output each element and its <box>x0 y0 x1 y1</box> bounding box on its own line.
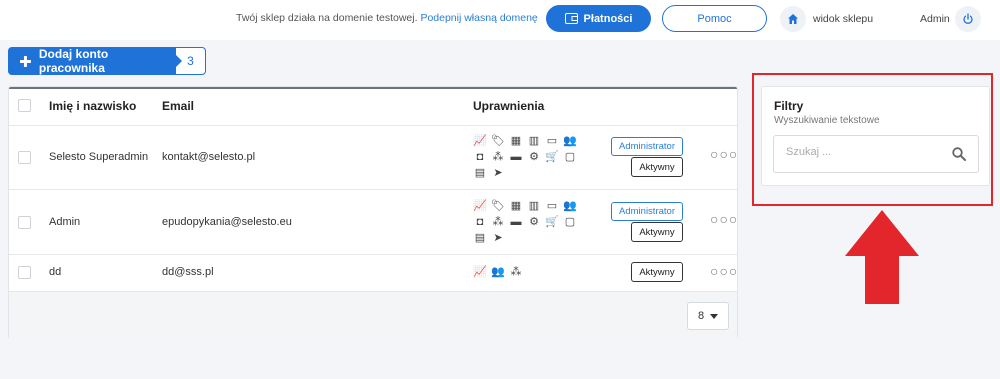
per-page-value: 8 <box>697 310 705 322</box>
user-secret-icon: ◘ <box>476 151 484 163</box>
role-badge: Administrator <box>611 202 683 221</box>
cubes-icon: ⁂ <box>492 151 504 163</box>
status-badge: Aktywny <box>631 262 683 282</box>
row-divider <box>9 125 737 126</box>
row-name: Selesto Superadmin <box>49 151 149 163</box>
user-secret-icon: ◘ <box>476 216 484 228</box>
payments-label: Płatności <box>583 12 633 25</box>
search-icon[interactable] <box>952 147 966 161</box>
add-employee-button[interactable]: Dodaj konto pracownika 3 <box>8 47 206 75</box>
help-label: Pomoc <box>697 12 732 25</box>
domain-notice: Twój sklep działa na domenie testowej. P… <box>236 12 538 24</box>
add-employee-main[interactable]: Dodaj konto pracownika <box>8 47 182 75</box>
filters-subtitle: Wyszukiwanie tekstowe <box>774 115 880 126</box>
shop-view-button[interactable] <box>780 6 806 32</box>
stats-icon: 📈 <box>473 266 487 278</box>
stats-icon: 📈 <box>473 200 487 212</box>
row-checkbox[interactable] <box>18 266 31 279</box>
note-icon: ▢ <box>564 151 576 163</box>
stats-icon: 📈 <box>473 135 487 147</box>
credit-card-icon: ▬ <box>510 151 522 163</box>
permission-icons: 📈 👥 ⁂ <box>473 266 525 278</box>
row-actions-button[interactable]: ○○○ <box>710 263 738 279</box>
devices-icon: ▭ <box>546 135 558 147</box>
tags-icon: 🏷 <box>491 135 505 147</box>
home-icon <box>788 14 798 24</box>
cubes-icon: ⁂ <box>510 266 522 278</box>
domain-notice-text: Twój sklep działa na domenie testowej. <box>236 12 418 24</box>
per-page-select[interactable]: 8 <box>687 302 729 330</box>
row-email: dd@sss.pl <box>162 266 214 278</box>
row-checkbox[interactable] <box>18 216 31 229</box>
search-input[interactable] <box>786 146 936 158</box>
search-field[interactable] <box>773 135 979 173</box>
wallet-icon <box>564 13 578 24</box>
table-footer: 8 <box>9 291 737 339</box>
note-icon: ▢ <box>564 216 576 228</box>
row-email: kontakt@selesto.pl <box>162 151 256 163</box>
table-top-border <box>9 87 737 89</box>
status-badge: Aktywny <box>631 222 683 242</box>
top-bar: Twój sklep działa na domenie testowej. P… <box>0 0 1000 40</box>
sitemap-icon: ▦ <box>510 135 522 147</box>
header-email[interactable]: Email <box>162 99 194 113</box>
payments-button[interactable]: Płatności <box>546 5 651 32</box>
header-permissions: Uprawnienia <box>473 99 545 113</box>
send-icon: ➤ <box>493 232 503 244</box>
row-actions-button[interactable]: ○○○ <box>710 211 738 227</box>
cogs-icon: ⚙ <box>529 151 539 163</box>
permission-icons: 📈 🏷 ▦ ▥ ▭ 👥 ◘ ⁂ ▬ ⚙ 🛒 ▢ ▤ ➤ <box>473 200 579 244</box>
role-badge: Administrator <box>611 137 683 156</box>
cart-icon: 🛒 <box>545 151 559 163</box>
send-icon: ➤ <box>493 167 503 179</box>
row-checkbox[interactable] <box>18 151 31 164</box>
row-name: dd <box>49 266 62 278</box>
help-button[interactable]: Pomoc <box>662 5 767 32</box>
select-all-checkbox[interactable] <box>18 99 31 112</box>
shop-view-label[interactable]: widok sklepu <box>813 13 873 25</box>
cubes-icon: ⁂ <box>492 216 504 228</box>
users-icon: 👥 <box>563 200 577 212</box>
row-divider <box>9 189 737 190</box>
filters-title: Filtry <box>774 99 804 113</box>
header-name[interactable]: Imię i nazwisko <box>49 99 136 113</box>
row-actions-button[interactable]: ○○○ <box>710 146 738 162</box>
users-icon: 👥 <box>491 266 505 278</box>
list-icon: ▤ <box>474 232 486 244</box>
logout-button[interactable] <box>955 6 981 32</box>
users-icon: 👥 <box>563 135 577 147</box>
credit-card-icon: ▬ <box>510 216 522 228</box>
attach-domain-link[interactable]: Podepnij własną domenę <box>420 12 537 24</box>
filters-panel: Filtry Wyszukiwanie tekstowe <box>761 86 990 186</box>
cart-icon: 🛒 <box>545 216 559 228</box>
list-icon: ▤ <box>474 167 486 179</box>
barcode-icon: ▥ <box>528 200 540 212</box>
status-badge: Aktywny <box>631 157 683 177</box>
row-email: epudopykania@selesto.eu <box>162 216 292 228</box>
add-employee-label: Dodaj konto pracownika <box>38 47 109 75</box>
barcode-icon: ▥ <box>528 135 540 147</box>
employees-table: Imię i nazwisko Email Uprawnienia Selest… <box>8 86 738 339</box>
devices-icon: ▭ <box>546 200 558 212</box>
row-divider <box>9 254 737 255</box>
permission-icons: 📈 🏷 ▦ ▥ ▭ 👥 ◘ ⁂ ▬ ⚙ 🛒 ▢ ▤ ➤ <box>473 135 579 179</box>
plus-icon <box>20 55 31 67</box>
arrow-up-icon <box>845 210 919 304</box>
tags-icon: 🏷 <box>491 200 505 212</box>
caret-down-icon <box>710 313 719 319</box>
cogs-icon: ⚙ <box>529 216 539 228</box>
row-name: Admin <box>49 216 81 228</box>
power-icon <box>963 13 973 24</box>
admin-user-label: Admin <box>920 13 950 25</box>
sitemap-icon: ▦ <box>510 200 522 212</box>
